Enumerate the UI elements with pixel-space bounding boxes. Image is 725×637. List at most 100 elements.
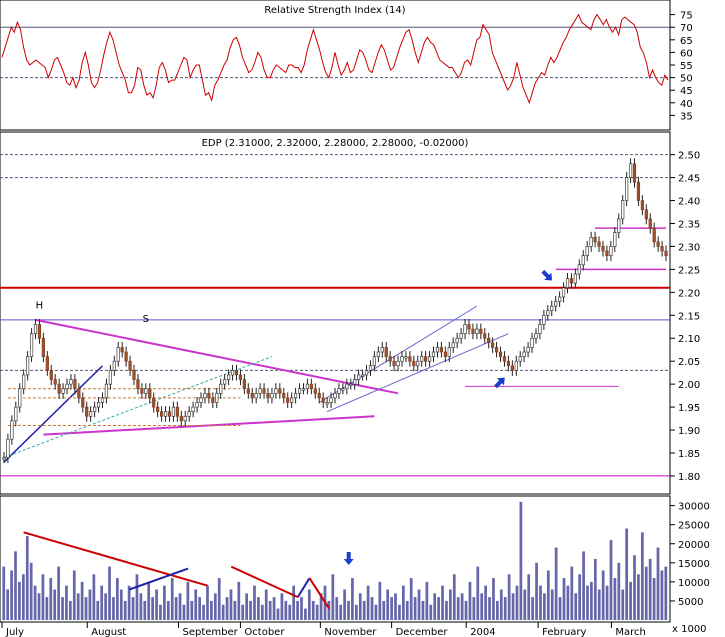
- volume-bar: [14, 551, 17, 620]
- volume-tick-label: 30000: [678, 502, 710, 513]
- volume-bar: [468, 581, 472, 620]
- volume-bar: [33, 585, 37, 620]
- candle-body: [293, 393, 298, 399]
- candle-body: [487, 337, 491, 344]
- candle-body: [424, 356, 428, 362]
- volume-bar: [543, 593, 546, 620]
- candle-body: [96, 402, 101, 408]
- candle-body: [491, 342, 495, 348]
- candle-body: [408, 356, 412, 362]
- candle-body: [301, 388, 306, 391]
- candle-body: [152, 397, 156, 408]
- candle-body: [585, 246, 589, 256]
- volume-bar: [539, 585, 542, 620]
- candle-body: [368, 365, 373, 371]
- volume-bar: [617, 562, 621, 620]
- volume-bar: [343, 589, 346, 620]
- candle-body: [400, 356, 404, 362]
- volume-bar: [127, 585, 131, 620]
- volume-bar: [664, 566, 668, 620]
- volume-bar: [257, 597, 260, 620]
- volume-bar: [300, 597, 303, 620]
- volume-bar: [492, 578, 495, 620]
- volume-bar: [605, 585, 609, 620]
- candle-body: [467, 324, 471, 330]
- candle-body: [104, 383, 109, 399]
- candle-body: [199, 397, 203, 403]
- candle-body: [431, 351, 436, 357]
- volume-bar: [578, 574, 582, 620]
- candle-body: [498, 351, 503, 357]
- volume-bar: [123, 600, 127, 620]
- candle-body: [640, 200, 644, 211]
- volume-bar: [237, 581, 241, 620]
- candle-body: [416, 360, 420, 367]
- candle-body: [388, 356, 392, 362]
- candle-body: [471, 328, 475, 334]
- volume-tick-label: 25000: [678, 521, 710, 532]
- price-tick-label: 2.15: [678, 311, 700, 322]
- candle-body: [266, 393, 270, 399]
- candle-body: [459, 333, 463, 339]
- candle-body: [652, 227, 656, 243]
- candle-body: [234, 370, 239, 376]
- volume-bar: [503, 597, 507, 620]
- volume-bar: [65, 585, 68, 620]
- volume-bar: [163, 585, 166, 620]
- volume-bar: [582, 551, 585, 620]
- candle-body: [632, 163, 637, 183]
- candle-body: [270, 393, 274, 399]
- volume-unit-label: x 1000: [672, 624, 707, 635]
- volume-bar: [374, 604, 378, 620]
- volume-bar: [304, 608, 307, 620]
- candle-body: [443, 351, 447, 357]
- candle-body: [613, 232, 617, 247]
- volume-bar: [284, 600, 288, 620]
- volume-bar: [637, 574, 640, 620]
- volume-bar: [597, 589, 601, 620]
- candle-body: [85, 406, 89, 417]
- volume-bar: [241, 604, 245, 620]
- rsi-tick-label: 55: [680, 61, 693, 72]
- volume-bar: [550, 589, 554, 620]
- volume-bar: [69, 600, 72, 620]
- candle-body: [396, 360, 400, 367]
- volume-bar: [405, 600, 409, 620]
- volume-bar: [382, 600, 386, 620]
- candle-body: [621, 200, 625, 220]
- volume-bar: [268, 600, 272, 620]
- volume-bar: [170, 578, 174, 620]
- candle-body: [506, 360, 510, 367]
- volume-bar: [570, 566, 574, 620]
- volume-bar: [96, 600, 100, 620]
- volume-bar: [527, 574, 531, 620]
- volume-bar: [460, 593, 464, 620]
- volume-bar: [6, 589, 10, 620]
- volume-bar: [515, 585, 519, 620]
- candle-body: [601, 246, 605, 252]
- volume-bar: [445, 600, 448, 620]
- volume-bar: [613, 578, 617, 620]
- rsi-tick-label: 75: [680, 11, 693, 22]
- candle-body: [148, 388, 152, 399]
- candle-body: [534, 333, 538, 339]
- volume-bar: [159, 604, 162, 620]
- volume-bar: [210, 600, 213, 620]
- candle-body: [14, 406, 18, 422]
- volume-bar: [202, 604, 205, 620]
- candle-body: [554, 301, 558, 307]
- volume-bar: [335, 597, 339, 620]
- candle-body: [160, 411, 164, 417]
- candle-body: [573, 273, 577, 284]
- price-tick-label: 2.50: [678, 151, 700, 162]
- volume-bar: [554, 547, 558, 620]
- candle-body: [156, 406, 160, 412]
- candle-body: [195, 402, 199, 408]
- candle-body: [364, 370, 369, 376]
- candle-body: [81, 397, 85, 408]
- volume-bar: [194, 589, 198, 620]
- volume-bar: [402, 585, 405, 620]
- volume-bar: [57, 566, 60, 620]
- candle-body: [439, 347, 444, 353]
- x-tick-label: October: [244, 627, 285, 637]
